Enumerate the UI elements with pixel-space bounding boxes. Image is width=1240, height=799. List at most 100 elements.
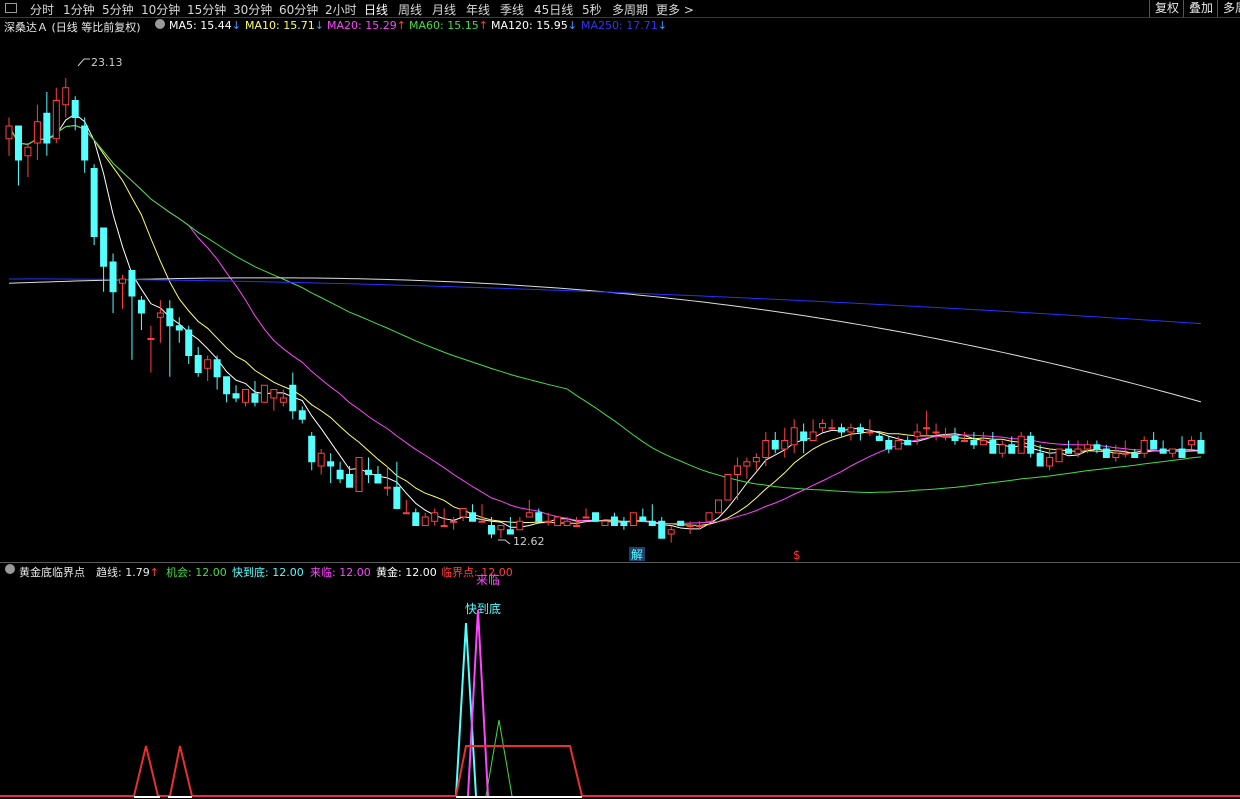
settings-circle-icon[interactable] bbox=[155, 19, 165, 29]
candle bbox=[100, 227, 108, 292]
candle bbox=[497, 525, 505, 539]
candle bbox=[71, 96, 79, 131]
coming-signal-label: 来临 bbox=[476, 573, 500, 587]
period-tab-9[interactable]: 周线 bbox=[398, 1, 422, 18]
period-tab-6[interactable]: 60分钟 bbox=[279, 1, 318, 18]
candle bbox=[185, 325, 193, 364]
candle bbox=[109, 253, 117, 313]
candle bbox=[1159, 440, 1167, 454]
candle bbox=[260, 384, 268, 403]
candle bbox=[856, 423, 864, 441]
candle bbox=[781, 427, 789, 458]
candle bbox=[989, 432, 997, 454]
candle bbox=[14, 125, 22, 186]
high-price-label: 23.13 bbox=[91, 56, 123, 69]
candle bbox=[885, 436, 893, 454]
toolbar-button-1[interactable]: 叠加 bbox=[1183, 0, 1213, 17]
candle bbox=[1055, 448, 1063, 463]
candle bbox=[752, 453, 760, 471]
candle bbox=[279, 389, 287, 407]
ma120-label: MA120: 15.95↓ bbox=[491, 19, 577, 32]
period-tab-5[interactable]: 30分钟 bbox=[233, 1, 272, 18]
toolbar-button-0[interactable]: 复权 bbox=[1149, 0, 1179, 17]
candle bbox=[128, 270, 136, 360]
ma250-line bbox=[8, 278, 1201, 325]
candlestick-chart[interactable]: 23.13 12.62 解 $ bbox=[0, 36, 1240, 562]
period-tab-15[interactable]: 多周期 bbox=[612, 1, 648, 18]
period-tab-3[interactable]: 10分钟 bbox=[141, 1, 180, 18]
candle bbox=[667, 525, 675, 543]
critical-line bbox=[0, 745, 1240, 797]
candle bbox=[904, 436, 912, 446]
candle bbox=[147, 325, 155, 373]
candle bbox=[383, 466, 391, 496]
window-box-icon[interactable] bbox=[5, 3, 17, 13]
ma5-line bbox=[8, 113, 1202, 530]
candle bbox=[52, 87, 60, 143]
period-tab-16[interactable]: 更多 > bbox=[656, 1, 694, 18]
candle bbox=[251, 381, 259, 407]
quick-bottom-signal-label: 快到底 bbox=[465, 601, 501, 616]
candle bbox=[658, 517, 666, 539]
candle bbox=[327, 453, 335, 483]
period-tab-2[interactable]: 5分钟 bbox=[102, 1, 134, 18]
candle bbox=[450, 517, 458, 530]
toolbar-button-2[interactable]: 多周 bbox=[1217, 0, 1240, 17]
indicator-chart[interactable]: 来临 快到底 bbox=[0, 563, 1240, 799]
candle bbox=[828, 419, 836, 430]
candle bbox=[923, 410, 931, 437]
candle bbox=[582, 508, 590, 519]
period-tab-14[interactable]: 5秒 bbox=[582, 1, 602, 18]
candle bbox=[970, 432, 978, 449]
candle bbox=[459, 508, 467, 522]
candle bbox=[137, 296, 145, 330]
candle bbox=[1065, 440, 1073, 454]
candle bbox=[620, 517, 628, 530]
low-price-label: 12.62 bbox=[513, 535, 545, 548]
candle bbox=[610, 512, 618, 526]
candle bbox=[724, 474, 732, 501]
chance-line bbox=[485, 719, 513, 797]
candle bbox=[1017, 432, 1025, 454]
candle bbox=[1197, 432, 1205, 454]
candle bbox=[421, 512, 429, 526]
candle bbox=[847, 423, 855, 441]
candle bbox=[800, 423, 808, 454]
candle bbox=[166, 300, 174, 377]
candle bbox=[5, 117, 13, 156]
candle bbox=[790, 419, 798, 454]
candle bbox=[289, 372, 297, 420]
candle bbox=[960, 432, 968, 442]
period-tab-12[interactable]: 季线 bbox=[500, 1, 524, 18]
candle bbox=[469, 504, 477, 522]
ma250-label: MA250: 17.71↓ bbox=[581, 19, 667, 32]
candle bbox=[1150, 432, 1158, 450]
candle bbox=[90, 164, 98, 245]
ma5-label: MA5: 15.44↓ bbox=[169, 19, 241, 32]
candle bbox=[62, 77, 70, 118]
candle bbox=[336, 461, 344, 483]
ma20-label: MA20: 15.29↑ bbox=[327, 19, 406, 32]
main-chart-legend: 深桑达Ａ (日线 等比前复权) MA5: 15.44↓ MA10: 15.71↓… bbox=[0, 19, 1240, 35]
period-tab-10[interactable]: 月线 bbox=[432, 1, 456, 18]
candle bbox=[837, 423, 845, 437]
candle bbox=[771, 432, 779, 454]
candle bbox=[809, 419, 817, 441]
period-tab-1[interactable]: 1分钟 bbox=[63, 1, 95, 18]
period-tab-8[interactable]: 日线 bbox=[364, 1, 388, 18]
period-tab-13[interactable]: 45日线 bbox=[534, 1, 573, 18]
candle bbox=[677, 520, 685, 526]
candle bbox=[213, 355, 221, 390]
candle bbox=[364, 457, 372, 483]
jie-marker: 解 bbox=[631, 548, 643, 562]
period-tab-4[interactable]: 15分钟 bbox=[187, 1, 226, 18]
candle bbox=[998, 440, 1006, 458]
period-tab-7[interactable]: 2小时 bbox=[325, 1, 357, 18]
candle bbox=[525, 500, 533, 518]
candle bbox=[24, 143, 32, 177]
candle bbox=[175, 317, 183, 343]
candle bbox=[81, 117, 89, 173]
period-tab-11[interactable]: 年线 bbox=[466, 1, 490, 18]
candle bbox=[629, 512, 637, 526]
period-tab-0[interactable]: 分时 bbox=[30, 1, 54, 18]
